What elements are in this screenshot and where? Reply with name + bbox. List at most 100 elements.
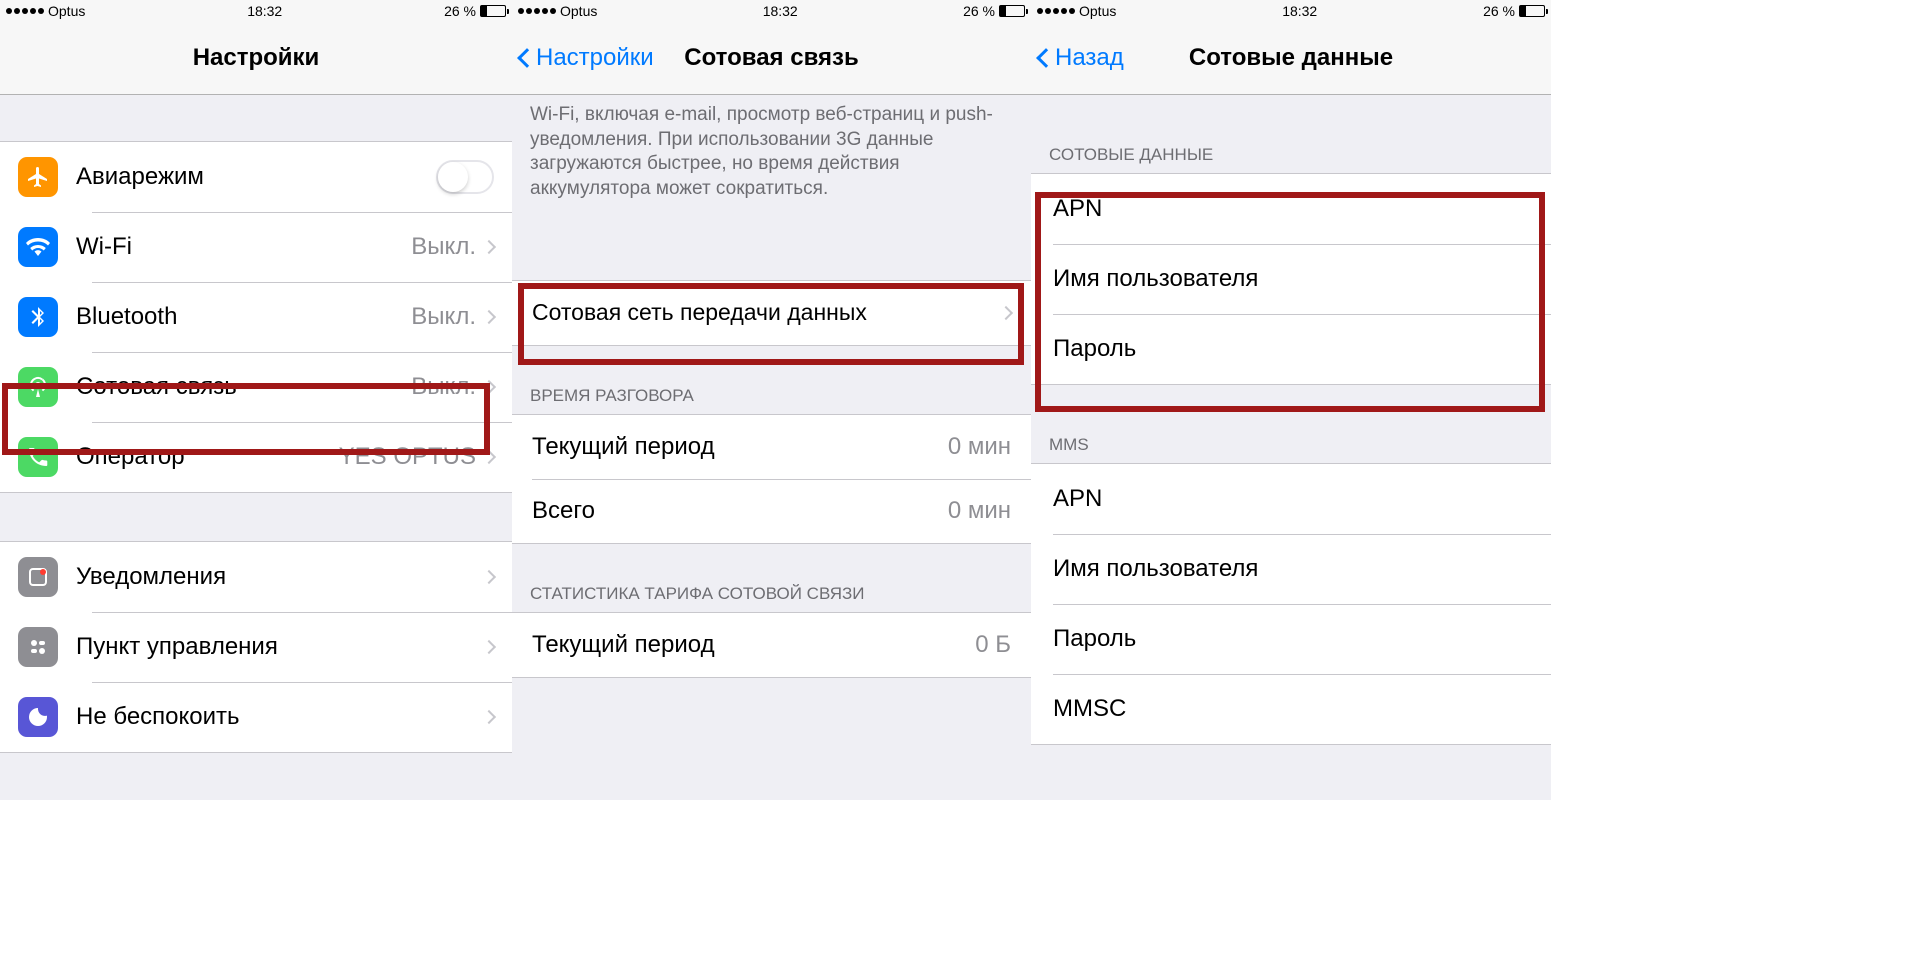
page-title: Сотовые данные [1189,44,1393,72]
password-label: Пароль [1053,335,1136,363]
cellular-data-network-row[interactable]: Сотовая сеть передачи данных [512,281,1031,345]
username-row[interactable]: Имя пользователя [1031,244,1551,314]
chevron-right-icon [482,710,496,724]
cellular-data-screen: Optus 18:32 26 % Назад Сотовые данные СО… [1031,0,1551,800]
notifications-icon [18,557,58,597]
back-button[interactable]: Назад [1039,44,1124,72]
cellular-data-network-label: Сотовая сеть передачи данных [532,299,1001,326]
stats-period-value: 0 Б [975,631,1011,659]
wifi-value: Выкл. [411,233,476,261]
battery-icon [1519,5,1545,17]
page-title: Сотовая связь [684,44,858,72]
nav-bar: Назад Сотовые данные [1031,22,1551,95]
nav-bar: Настройки Сотовая связь [512,22,1031,95]
back-label: Настройки [536,44,654,72]
control-center-icon [18,627,58,667]
mms-apn-row[interactable]: APN [1031,464,1551,534]
wifi-icon [18,227,58,267]
apn-row[interactable]: APN [1031,174,1551,244]
cellular-icon [18,367,58,407]
time-label: 18:32 [247,3,282,19]
mmsc-row[interactable]: MMSC [1031,674,1551,744]
stats-header: СТАТИСТИКА ТАРИФА СОТОВОЙ СВЯЗИ [512,544,1031,612]
airplane-switch[interactable] [436,160,494,194]
bluetooth-icon [18,297,58,337]
talk-time-header: ВРЕМЯ РАЗГОВОРА [512,346,1031,414]
nav-bar: Настройки [0,22,512,95]
cellular-screen: Optus 18:32 26 % Настройки Сотовая связь… [512,0,1031,800]
carrier-label: Оператор [76,443,339,471]
time-label: 18:32 [763,3,798,19]
mms-username-row[interactable]: Имя пользователя [1031,534,1551,604]
total-label: Всего [532,497,948,525]
chevron-right-icon [482,310,496,324]
phone-icon [18,437,58,477]
back-label: Назад [1055,44,1124,72]
mms-apn-label: APN [1053,485,1102,513]
username-label: Имя пользователя [1053,265,1258,293]
current-period-value: 0 мин [948,433,1011,461]
mms-header: MMS [1031,385,1551,463]
control-center-label: Пункт управления [76,633,484,661]
chevron-right-icon [482,640,496,654]
chevron-right-icon [482,570,496,584]
carrier-value: YES OPTUS [339,443,476,471]
description-text: Wi-Fi, включая e-mail, просмотр веб-стра… [512,95,1031,220]
battery-percent: 26 % [963,3,995,19]
airplane-mode-row[interactable]: Авиарежим [0,142,512,212]
current-period-label: Текущий период [532,433,948,461]
battery-icon [999,5,1025,17]
mms-password-label: Пароль [1053,625,1136,653]
mms-username-label: Имя пользователя [1053,555,1258,583]
bluetooth-value: Выкл. [411,303,476,331]
chevron-right-icon [999,306,1013,320]
battery-percent: 26 % [444,3,476,19]
back-button[interactable]: Настройки [520,44,654,72]
stats-period-label: Текущий период [532,631,975,659]
cellular-label: Сотовая связь [76,373,411,401]
dnd-row[interactable]: Не беспокоить [0,682,512,752]
total-value: 0 мин [948,497,1011,525]
battery-icon [480,5,506,17]
mms-password-row[interactable]: Пароль [1031,604,1551,674]
moon-icon [18,697,58,737]
stats-period-row: Текущий период 0 Б [512,613,1031,677]
cellular-value: Выкл. [411,373,476,401]
status-bar: Optus 18:32 26 % [1031,0,1551,22]
signal-dots-icon [518,8,556,14]
airplane-label: Авиарежим [76,163,436,191]
battery-percent: 26 % [1483,3,1515,19]
chevron-right-icon [482,450,496,464]
carrier-label: Optus [560,3,597,19]
chevron-left-icon [1036,48,1056,68]
status-bar: Optus 18:32 26 % [512,0,1031,22]
chevron-left-icon [517,48,537,68]
wifi-row[interactable]: Wi-Fi Выкл. [0,212,512,282]
apn-label: APN [1053,195,1102,223]
notifications-row[interactable]: Уведомления [0,542,512,612]
airplane-icon [18,157,58,197]
control-center-row[interactable]: Пункт управления [0,612,512,682]
status-bar: Optus 18:32 26 % [0,0,512,22]
time-label: 18:32 [1282,3,1317,19]
carrier-row[interactable]: Оператор YES OPTUS [0,422,512,492]
cellular-data-header: СОТОВЫЕ ДАННЫЕ [1031,95,1551,173]
settings-screen: Optus 18:32 26 % Настройки Авиарежим W [0,0,512,800]
bluetooth-label: Bluetooth [76,303,411,331]
carrier-label: Optus [48,3,85,19]
mmsc-label: MMSC [1053,695,1126,723]
cellular-row[interactable]: Сотовая связь Выкл. [0,352,512,422]
bluetooth-row[interactable]: Bluetooth Выкл. [0,282,512,352]
carrier-label: Optus [1079,3,1116,19]
password-row[interactable]: Пароль [1031,314,1551,384]
page-title: Настройки [193,44,320,72]
wifi-label: Wi-Fi [76,233,411,261]
dnd-label: Не беспокоить [76,703,484,731]
signal-dots-icon [6,8,44,14]
notifications-label: Уведомления [76,563,484,591]
current-period-row: Текущий период 0 мин [512,415,1031,479]
chevron-right-icon [482,240,496,254]
chevron-right-icon [482,380,496,394]
signal-dots-icon [1037,8,1075,14]
total-row: Всего 0 мин [512,479,1031,543]
